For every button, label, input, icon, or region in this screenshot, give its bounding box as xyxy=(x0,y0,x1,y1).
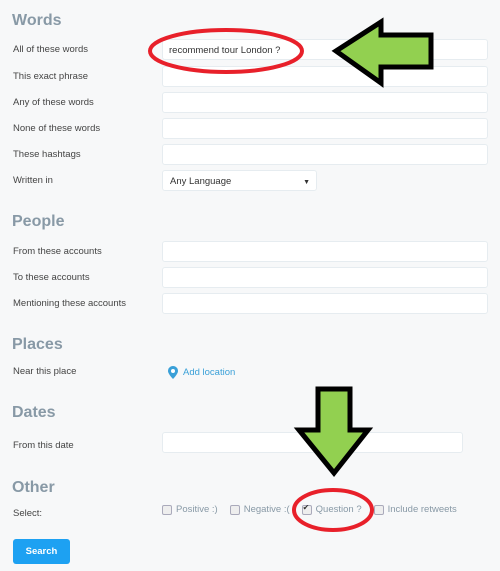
exact-phrase-label: This exact phrase xyxy=(13,71,88,82)
checkbox-positive-box[interactable] xyxy=(162,504,172,515)
mentioning-accounts-input[interactable] xyxy=(162,293,488,314)
language-label: Written in xyxy=(13,175,53,186)
language-select[interactable]: Any Language ▼ xyxy=(162,170,317,191)
all-words-label: All of these words xyxy=(13,44,88,55)
checkbox-positive[interactable]: Positive :) xyxy=(162,504,218,515)
search-button[interactable]: Search xyxy=(13,539,70,564)
none-words-label: None of these words xyxy=(13,123,101,134)
hashtags-label: These hashtags xyxy=(13,149,81,160)
add-location-label: Add location xyxy=(183,367,236,378)
checkbox-include-retweets-label: Include retweets xyxy=(387,504,457,515)
arrow-down-icon xyxy=(293,386,374,477)
near-place-label: Near this place xyxy=(13,366,77,377)
any-words-input[interactable] xyxy=(162,92,488,113)
section-title-dates: Dates xyxy=(12,404,56,421)
to-accounts-label: To these accounts xyxy=(13,272,90,283)
add-location-link[interactable]: Add location xyxy=(168,366,235,379)
section-title-places: Places xyxy=(12,336,63,353)
hashtags-input[interactable] xyxy=(162,144,488,165)
from-date-label: From this date xyxy=(13,440,74,451)
checkbox-negative-box[interactable] xyxy=(229,504,240,515)
language-value: Any Language xyxy=(170,176,232,187)
checkbox-include-retweets[interactable]: Include retweets xyxy=(373,504,457,515)
section-title-words: Words xyxy=(12,12,62,29)
from-accounts-input[interactable] xyxy=(162,241,488,262)
select-label: Select: xyxy=(13,508,43,519)
to-accounts-input[interactable] xyxy=(162,267,488,288)
checkbox-question-label: Question ? xyxy=(315,504,362,515)
checkbox-include-retweets-box[interactable] xyxy=(373,504,384,515)
section-title-other: Other xyxy=(12,479,55,496)
all-words-input[interactable]: recommend tour London ? xyxy=(162,39,488,60)
from-date-input[interactable] xyxy=(162,432,463,453)
section-title-people: People xyxy=(12,213,65,230)
checkbox-question[interactable]: Question ? xyxy=(301,503,362,515)
checkbox-positive-label: Positive :) xyxy=(176,504,218,515)
mentioning-accounts-label: Mentioning these accounts xyxy=(13,298,127,309)
exact-phrase-input[interactable] xyxy=(162,66,488,87)
checkbox-negative-label: Negative :( xyxy=(243,504,290,515)
map-pin-icon xyxy=(168,366,178,379)
filter-checkboxes: Positive :) Negative :( Question ? Inclu… xyxy=(162,503,457,515)
checkbox-question-box[interactable] xyxy=(301,503,312,515)
checkbox-negative[interactable]: Negative :( xyxy=(229,504,290,515)
none-words-input[interactable] xyxy=(162,118,488,139)
from-accounts-label: From these accounts xyxy=(13,246,102,257)
chevron-down-icon: ▼ xyxy=(303,179,310,186)
any-words-label: Any of these words xyxy=(13,97,94,108)
